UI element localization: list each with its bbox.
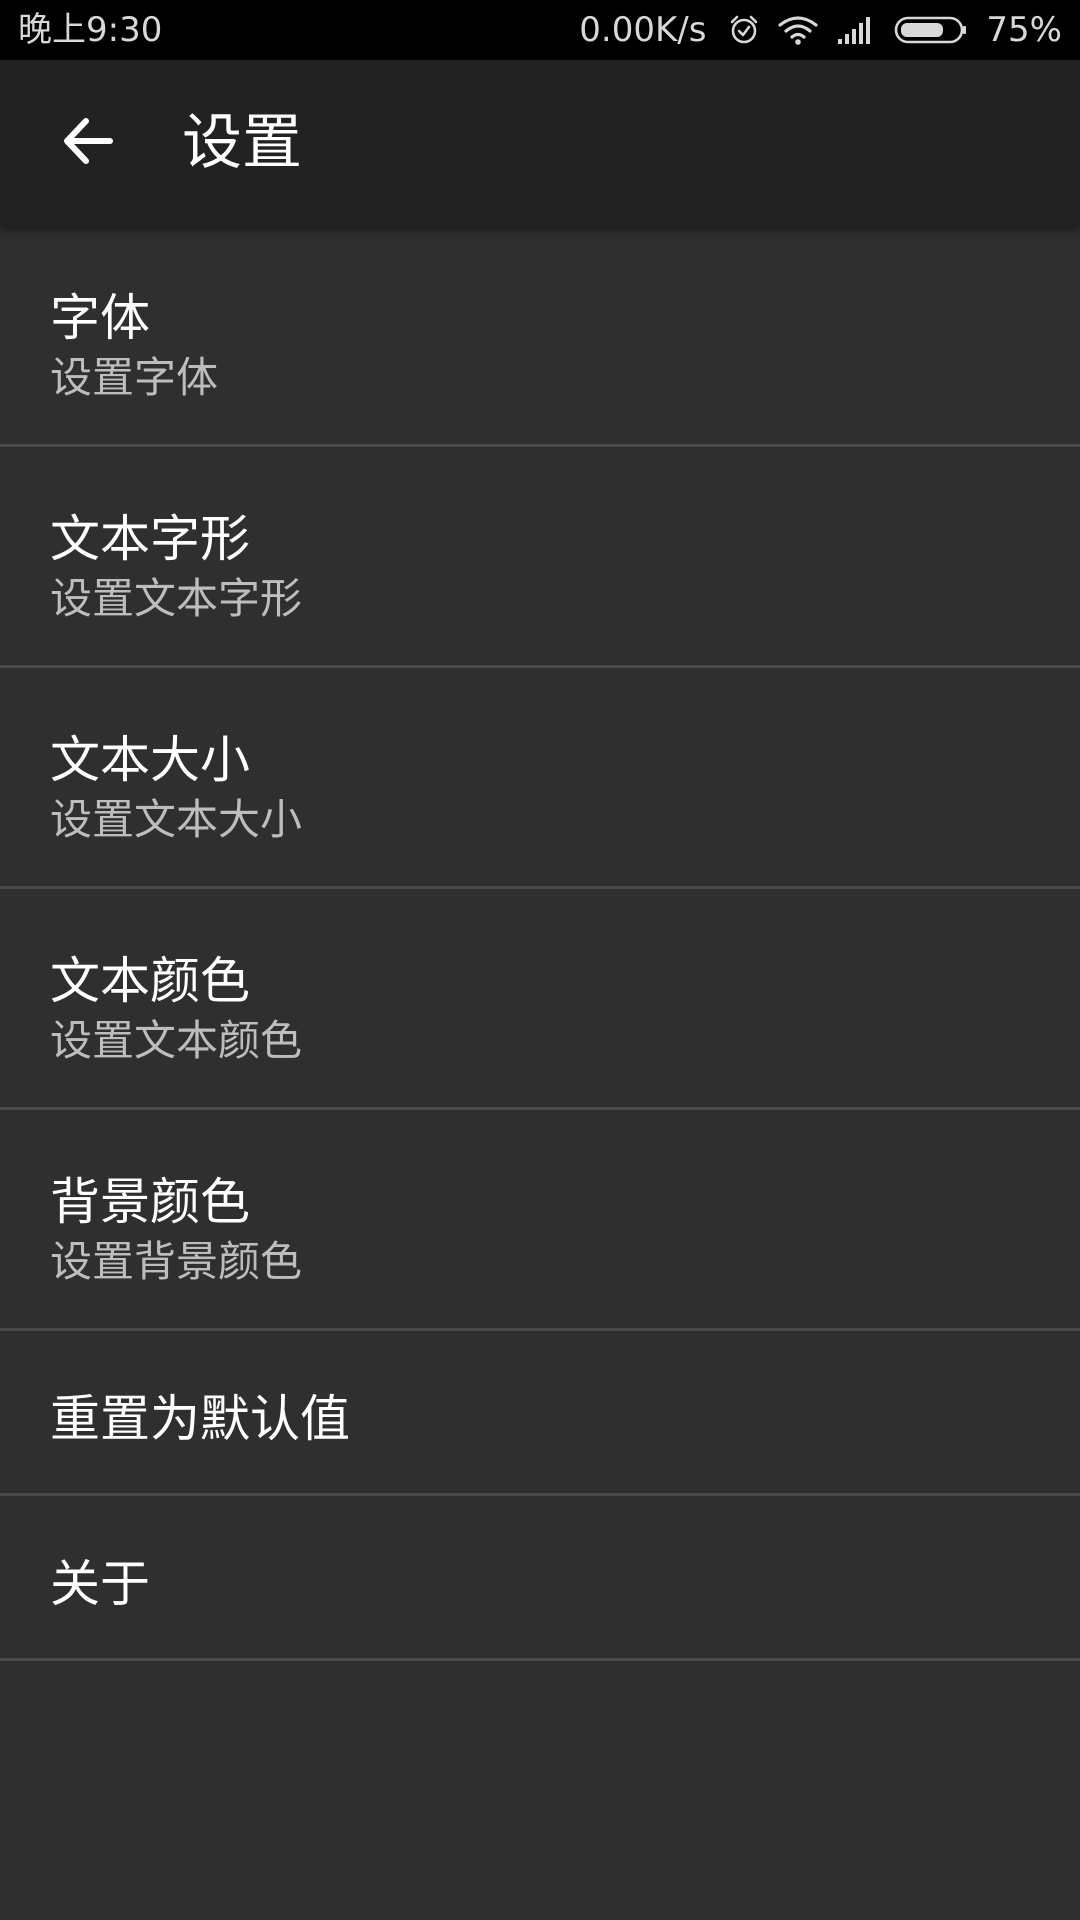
settings-item-subtitle: 设置背景颜色 [50,1237,303,1286]
settings-screen: 晚上9:30 0.00K/s 75% 设置 字体 设置字体 文本字形 设置文本字… [0,0,1080,1920]
settings-item-title: 重置为默认值 [50,1390,350,1448]
settings-item-subtitle: 设置文本字形 [50,574,303,623]
settings-item-background-color[interactable]: 背景颜色 设置背景颜色 [0,1110,1080,1331]
settings-item-title: 字体 [50,289,150,347]
network-speed: 0.00K/s [579,10,707,50]
settings-item-subtitle: 设置文本颜色 [50,1016,303,1065]
arrow-back-icon [60,113,116,173]
alarm-icon [728,14,760,46]
settings-item-text-style[interactable]: 文本字形 设置文本字形 [0,447,1080,668]
app-bar: 设置 [0,60,1080,226]
settings-item-reset-defaults[interactable]: 重置为默认值 [0,1331,1080,1496]
settings-list: 字体 设置字体 文本字形 设置文本字形 文本大小 设置文本大小 文本颜色 设置文… [0,226,1080,1661]
settings-item-title: 文本颜色 [50,952,250,1010]
settings-item-text-size[interactable]: 文本大小 设置文本大小 [0,668,1080,889]
status-time: 晚上9:30 [18,10,163,50]
settings-item-title: 文本大小 [50,731,250,789]
wifi-icon [778,15,819,45]
settings-item-title: 文本字形 [50,510,250,568]
settings-item-title: 背景颜色 [50,1173,250,1231]
status-bar: 晚上9:30 0.00K/s 75% [0,0,1080,60]
settings-item-subtitle: 设置字体 [50,353,219,402]
settings-item-subtitle: 设置文本大小 [50,795,303,844]
settings-item-about[interactable]: 关于 [0,1496,1080,1661]
settings-item-font[interactable]: 字体 设置字体 [0,226,1080,447]
settings-item-text-color[interactable]: 文本颜色 设置文本颜色 [0,889,1080,1110]
battery-level-fill [901,23,944,37]
signal-icon [836,15,876,45]
status-icons: 0.00K/s 75% [579,0,1062,60]
page-title: 设置 [182,108,302,178]
settings-item-title: 关于 [50,1555,150,1613]
battery-icon [894,15,968,45]
back-button[interactable] [40,95,136,191]
battery-percent: 75% [986,10,1062,50]
